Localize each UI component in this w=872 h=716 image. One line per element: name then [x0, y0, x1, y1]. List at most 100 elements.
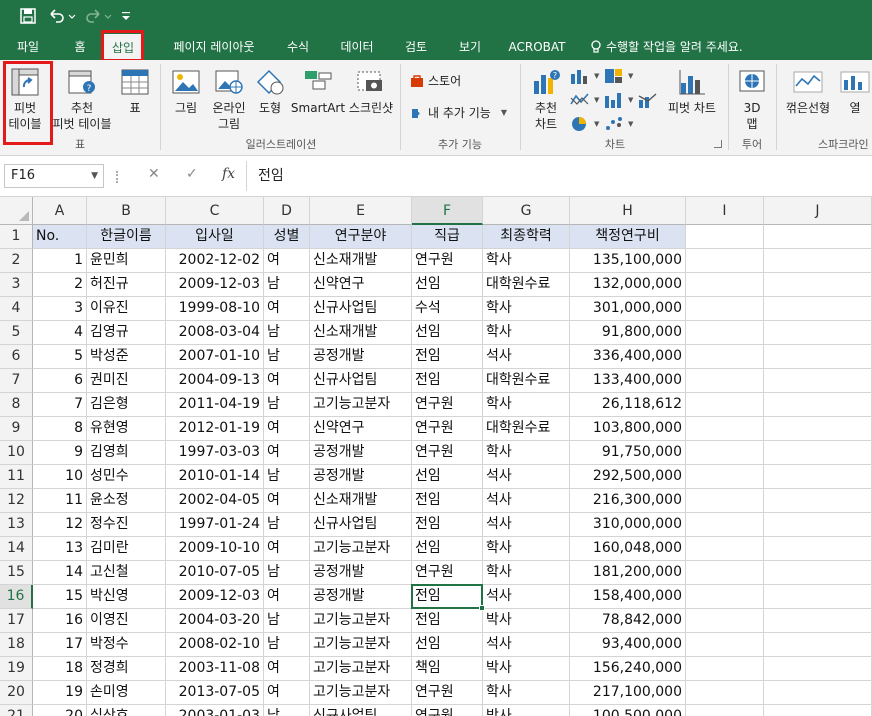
table-cell[interactable]: 181,200,000 [570, 561, 686, 585]
table-cell[interactable]: 박사 [483, 609, 570, 633]
table-cell[interactable] [764, 633, 872, 657]
recommended-charts-button[interactable]: ? 추천 차트 [526, 66, 566, 132]
table-cell[interactable]: 석사 [483, 585, 570, 609]
table-cell[interactable]: 윤민희 [87, 249, 166, 273]
select-all-button[interactable] [0, 197, 33, 225]
table-cell[interactable]: 고기능고분자 [310, 393, 412, 417]
table-cell[interactable]: 석사 [483, 513, 570, 537]
table-cell[interactable] [764, 657, 872, 681]
table-cell[interactable]: 김은형 [87, 393, 166, 417]
table-cell[interactable]: 4 [33, 321, 87, 345]
table-cell[interactable]: 2009-10-10 [166, 537, 264, 561]
table-cell[interactable]: 8 [33, 417, 87, 441]
header-cell[interactable] [764, 225, 872, 249]
table-cell[interactable]: 고기능고분자 [310, 681, 412, 705]
table-cell[interactable]: 연구원 [412, 681, 483, 705]
table-cell[interactable]: 9 [33, 441, 87, 465]
redo-icon[interactable] [84, 5, 114, 27]
table-cell[interactable]: 2010-07-05 [166, 561, 264, 585]
table-cell[interactable]: 공정개발 [310, 345, 412, 369]
table-cell[interactable]: 전임 [412, 369, 483, 393]
table-cell[interactable]: 권미진 [87, 369, 166, 393]
table-cell[interactable]: 301,000,000 [570, 297, 686, 321]
hierarchy-chart-button[interactable]: ▼ [604, 68, 633, 84]
table-cell[interactable] [764, 585, 872, 609]
table-cell[interactable]: 선임 [412, 537, 483, 561]
row-header[interactable]: 12 [0, 489, 33, 513]
table-cell[interactable]: 2002-12-02 [166, 249, 264, 273]
table-cell[interactable]: 윤소정 [87, 489, 166, 513]
table-cell[interactable]: 이유진 [87, 297, 166, 321]
tab-page-layout[interactable]: 페이지 레이아웃 [160, 34, 268, 60]
table-cell[interactable]: 158,400,000 [570, 585, 686, 609]
table-cell[interactable]: 여 [264, 417, 310, 441]
row-header[interactable]: 14 [0, 537, 33, 561]
table-cell[interactable]: 학사 [483, 561, 570, 585]
table-cell[interactable]: 박성준 [87, 345, 166, 369]
table-cell[interactable]: 신소재개발 [310, 489, 412, 513]
table-cell[interactable]: 고기능고분자 [310, 633, 412, 657]
tab-acrobat[interactable]: ACROBAT [502, 34, 572, 60]
header-cell[interactable]: 연구분야 [310, 225, 412, 249]
table-cell[interactable]: 18 [33, 657, 87, 681]
row-header[interactable]: 20 [0, 681, 33, 705]
table-cell[interactable]: 여 [264, 681, 310, 705]
table-cell[interactable]: 남 [264, 393, 310, 417]
store-button[interactable]: 스토어 [410, 72, 461, 89]
table-cell[interactable]: 6 [33, 369, 87, 393]
row-header[interactable]: 11 [0, 465, 33, 489]
table-cell[interactable] [686, 657, 764, 681]
table-cell[interactable]: 학사 [483, 537, 570, 561]
table-cell[interactable]: 여 [264, 489, 310, 513]
table-cell[interactable]: 여 [264, 537, 310, 561]
table-cell[interactable]: 남 [264, 705, 310, 716]
row-header[interactable]: 1 [0, 225, 33, 249]
column-header-c[interactable]: C [166, 197, 264, 225]
table-cell[interactable]: 15 [33, 585, 87, 609]
table-cell[interactable]: 156,240,000 [570, 657, 686, 681]
table-cell[interactable]: 남 [264, 633, 310, 657]
row-header[interactable]: 5 [0, 321, 33, 345]
table-cell[interactable] [764, 537, 872, 561]
table-cell[interactable] [764, 393, 872, 417]
table-cell[interactable]: 학사 [483, 321, 570, 345]
table-cell[interactable]: 신소재개발 [310, 321, 412, 345]
my-addins-button[interactable]: 내 추가 기능 ▼ [410, 104, 507, 121]
table-cell[interactable]: 신규사업팀 [310, 297, 412, 321]
table-cell[interactable]: 연구원 [412, 393, 483, 417]
table-cell[interactable] [764, 345, 872, 369]
formula-bar-splitter[interactable] [116, 171, 120, 183]
table-cell[interactable]: 학사 [483, 393, 570, 417]
table-cell[interactable]: 3 [33, 297, 87, 321]
table-cell[interactable]: 20 [33, 705, 87, 716]
table-cell[interactable] [686, 609, 764, 633]
table-cell[interactable]: 292,500,000 [570, 465, 686, 489]
table-cell[interactable]: 심상호 [87, 705, 166, 716]
table-cell[interactable] [686, 465, 764, 489]
table-cell[interactable]: 2008-02-10 [166, 633, 264, 657]
table-cell[interactable]: 91,800,000 [570, 321, 686, 345]
table-cell[interactable]: 연구원 [412, 705, 483, 716]
header-cell[interactable]: 직급 [412, 225, 483, 249]
table-cell[interactable]: 책임 [412, 657, 483, 681]
table-cell[interactable] [764, 465, 872, 489]
table-cell[interactable]: 2004-09-13 [166, 369, 264, 393]
table-cell[interactable]: 신약연구 [310, 417, 412, 441]
scatter-chart-button[interactable]: ▼ [604, 116, 633, 132]
table-cell[interactable]: 1999-08-10 [166, 297, 264, 321]
table-cell[interactable]: 학사 [483, 681, 570, 705]
table-cell[interactable]: 신소재개발 [310, 249, 412, 273]
table-cell[interactable] [686, 681, 764, 705]
table-cell[interactable]: 대학원수료 [483, 369, 570, 393]
table-cell[interactable]: 135,100,000 [570, 249, 686, 273]
table-cell[interactable]: 고기능고분자 [310, 537, 412, 561]
table-cell[interactable]: 217,100,000 [570, 681, 686, 705]
formula-content[interactable]: 전임 [258, 165, 284, 185]
table-cell[interactable]: 정경희 [87, 657, 166, 681]
table-cell[interactable]: 2003-11-08 [166, 657, 264, 681]
table-cell[interactable]: 2012-01-19 [166, 417, 264, 441]
table-cell[interactable] [686, 273, 764, 297]
table-cell[interactable]: 여 [264, 297, 310, 321]
table-cell[interactable]: 19 [33, 681, 87, 705]
table-cell[interactable]: 신규사업팀 [310, 369, 412, 393]
